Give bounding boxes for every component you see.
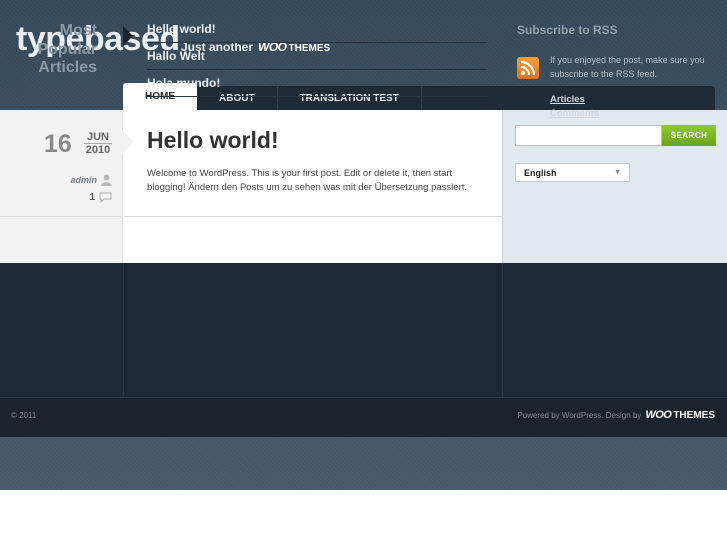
- rss-description: If you enjoyed the post, make sure you s…: [550, 55, 705, 79]
- post-meta: 16 JUN 2010 admin 1: [0, 110, 123, 263]
- comment-count[interactable]: 1: [89, 192, 95, 203]
- post-date-month-year: JUN 2010: [84, 131, 112, 156]
- post-content: Hello world! Welcome to WordPress. This …: [124, 110, 502, 263]
- rss-icon[interactable]: [517, 57, 539, 79]
- meta-divider: [0, 216, 123, 217]
- post-date-day: 16: [44, 130, 72, 158]
- rss-comments-link[interactable]: Comments: [550, 107, 599, 121]
- main-section: 16 JUN 2010 admin 1 Hello world! Welcome…: [0, 110, 727, 263]
- footer: © 2011 Powered by WordPress. Design by W…: [0, 397, 727, 437]
- popular-section: [0, 263, 727, 397]
- woothemes-footer-logo[interactable]: WOO THEMES: [645, 409, 715, 421]
- post-comments[interactable]: 1: [89, 192, 112, 203]
- rss-articles-link[interactable]: Articles: [550, 93, 599, 107]
- post-body: Welcome to WordPress. This is your first…: [147, 168, 468, 193]
- popular-pointer-arrow: [123, 26, 133, 46]
- search-button[interactable]: SEARCH: [662, 125, 716, 146]
- column-separator: [502, 263, 503, 397]
- post-author-name[interactable]: admin: [70, 175, 97, 185]
- post-date-year: 2010: [85, 144, 111, 156]
- copyright: © 2011: [11, 411, 37, 420]
- comment-bubble-icon: [99, 192, 112, 203]
- popular-article-link[interactable]: Hello world!: [147, 16, 487, 43]
- credits-text[interactable]: Powered by WordPress. Design by: [517, 411, 641, 420]
- content-divider: [124, 216, 502, 217]
- post-author[interactable]: admin: [70, 174, 112, 186]
- popular-articles-list: Hello world! Hallo Welt Hola mundo!: [147, 16, 487, 97]
- woothemes-footer-logo-woo: WOO: [645, 409, 672, 421]
- woothemes-footer-logo-themes: THEMES: [673, 410, 715, 421]
- post-title[interactable]: Hello world!: [147, 127, 279, 154]
- language-select[interactable]: English ▼: [515, 163, 630, 182]
- sidebar: SEARCH English ▼: [502, 110, 727, 263]
- popular-article-link[interactable]: Hallo Welt: [147, 43, 487, 70]
- search-input[interactable]: [515, 125, 662, 146]
- chevron-down-icon: ▼: [614, 169, 621, 176]
- rss-links: Articles Comments: [550, 93, 599, 121]
- popular-articles-heading: Most Popular Articles: [37, 22, 97, 76]
- language-selected: English: [524, 167, 557, 178]
- popular-article-link[interactable]: Hola mundo!: [147, 70, 487, 97]
- rss-heading: Subscribe to RSS: [517, 23, 618, 37]
- user-icon: [101, 174, 112, 186]
- footer-credits: Powered by WordPress. Design by WOO THEME…: [517, 409, 715, 421]
- post-date-month: JUN: [84, 131, 112, 144]
- column-separator: [123, 263, 124, 397]
